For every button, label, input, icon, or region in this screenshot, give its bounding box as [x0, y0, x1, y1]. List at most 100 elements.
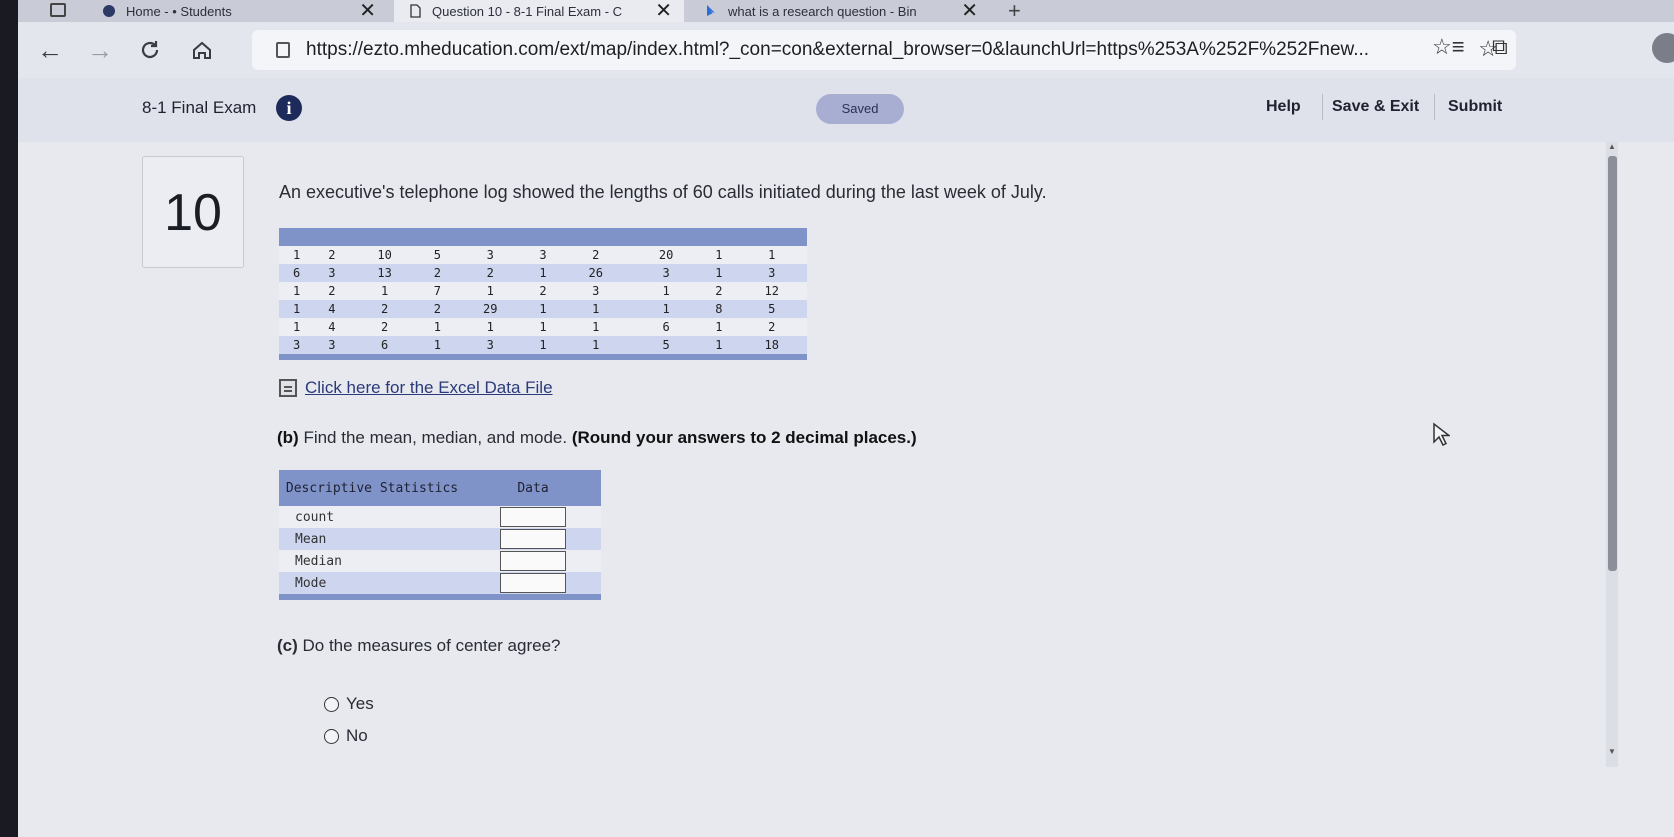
table-cell: 20 — [630, 246, 702, 264]
table-cell: 3 — [279, 336, 315, 354]
new-tab-icon[interactable]: + — [1008, 0, 1021, 22]
stats-answer-cell — [465, 528, 601, 550]
divider — [1434, 94, 1435, 120]
table-cell: 1 — [455, 282, 526, 300]
stats-header-data: Data — [465, 470, 601, 506]
table-cell: 10 — [349, 246, 420, 264]
stats-row-label: Mean — [279, 528, 465, 550]
excel-data-link[interactable]: Click here for the Excel Data File — [279, 378, 553, 398]
table-cell: 7 — [419, 282, 456, 300]
url-text[interactable]: https://ezto.mheducation.com/ext/map/ind… — [306, 39, 1416, 61]
browser-tab-bar: Home - • Students ✕ Question 10 - 8-1 Fi… — [18, 0, 1674, 22]
scroll-down-icon[interactable]: ▼ — [1608, 747, 1616, 756]
forward-icon[interactable]: → — [84, 34, 116, 66]
excel-link-text[interactable]: Click here for the Excel Data File — [305, 378, 553, 398]
table-cell: 2 — [701, 282, 737, 300]
table-cell: 1 — [525, 336, 561, 354]
option-label: No — [346, 726, 368, 745]
stats-answer-input[interactable] — [500, 551, 566, 571]
table-row: 3 3 6 1 3 1 1 5 1 18 — [279, 336, 807, 354]
close-tab-icon[interactable]: ✕ — [359, 0, 376, 22]
part-b-prompt: (b) Find the mean, median, and mode. (Ro… — [277, 428, 917, 448]
table-cell: 1 — [560, 336, 631, 354]
exam-title: 8-1 Final Exam — [142, 98, 257, 117]
table-cell: 3 — [455, 246, 526, 264]
stats-row: Median — [279, 550, 601, 572]
option-no[interactable]: No — [324, 726, 368, 746]
table-cell: 5 — [630, 336, 702, 354]
table-cell: 6 — [279, 264, 315, 282]
tab-label: Question 10 - 8-1 Final Exam - C — [432, 3, 623, 19]
radio-no[interactable] — [324, 728, 339, 744]
table-cell: 1 — [701, 246, 737, 264]
table-row: 1421111612 — [279, 318, 807, 336]
submit-button[interactable]: Submit — [1448, 98, 1502, 116]
table-cell: 5 — [736, 300, 807, 318]
part-b-text: Find the mean, median, and mode. — [298, 428, 572, 447]
stats-answer-cell — [465, 550, 601, 572]
table-cell: 1 — [701, 336, 737, 354]
refresh-icon[interactable] — [134, 34, 166, 66]
scrollbar-thumb[interactable] — [1608, 156, 1617, 571]
table-cell: 2 — [349, 300, 420, 318]
tab-question-10[interactable]: Question 10 - 8-1 Final Exam - C ✕ — [394, 0, 684, 22]
table-header-bar — [279, 228, 807, 246]
table-row: 6 3 13 2 2 1 26 3 1 3 — [279, 264, 807, 282]
tab-label: what is a research question - Bin — [728, 3, 917, 19]
back-icon[interactable]: ← — [34, 34, 66, 66]
table-cell: 1 — [349, 282, 420, 300]
table-cell: 1 — [630, 300, 702, 318]
table-cell: 29 — [455, 300, 526, 318]
table-cell: 1 — [525, 318, 561, 336]
table-cell: 1 — [279, 318, 315, 336]
browser-toolbar: ← → https://ezto.mheducation.com/ext/map… — [18, 22, 1674, 78]
stats-row-label: Mode — [279, 572, 465, 594]
bing-icon — [707, 5, 715, 16]
part-b-instruction: (Round your answers to 2 decimal places.… — [571, 428, 917, 447]
call-lengths-table: 1 2 10 5 3 3 2 20 1 1 6 3 13 2 2 1 26 3 1 3 1 2 1 7 1 2 3 1 2 12 1 4 2 2 2… — [279, 228, 807, 360]
mouse-cursor-icon — [1433, 422, 1450, 446]
table-cell: 1 — [419, 336, 456, 354]
table-cell: 26 — [560, 264, 631, 282]
save-exit-button[interactable]: Save & Exit — [1332, 98, 1419, 116]
option-yes[interactable]: Yes — [324, 694, 374, 714]
table-cell: 6 — [630, 318, 702, 336]
table-footer-bar — [279, 354, 807, 360]
table-cell: 3 — [736, 264, 807, 282]
part-c-text: Do the measures of center agree? — [297, 636, 561, 655]
table-row: 1 4 2 2 29 1 1 1 8 5 — [279, 300, 807, 318]
favorites-list-icon[interactable]: ☆≡ — [1432, 34, 1465, 60]
table-row: 1 2 10 5 3 3 2 20 1 1 — [279, 246, 807, 264]
table-cell: 4 — [314, 300, 350, 318]
collections-icon[interactable]: ⧉ — [1492, 34, 1508, 60]
table-cell: 1 — [419, 318, 456, 336]
table-cell: 8 — [701, 300, 737, 318]
profile-avatar[interactable] — [1652, 33, 1674, 63]
stats-row: Mode — [279, 572, 601, 594]
scroll-up-icon[interactable]: ▲ — [1608, 142, 1616, 151]
stats-answer-input[interactable] — [500, 573, 566, 593]
tab-home-students[interactable]: Home - • Students ✕ — [88, 0, 388, 22]
home-icon[interactable] — [186, 34, 218, 66]
page-icon — [410, 4, 421, 18]
table-cell: 2 — [736, 318, 807, 336]
question-prompt: An executive's telephone log showed the … — [279, 182, 1047, 202]
table-cell: 3 — [314, 336, 350, 354]
tab-research-question[interactable]: what is a research question - Bin ✕ — [690, 0, 990, 22]
radio-yes[interactable] — [324, 696, 339, 712]
stats-answer-input[interactable] — [500, 529, 566, 549]
stats-answer-cell — [465, 572, 601, 594]
close-tab-icon[interactable]: ✕ — [961, 0, 978, 22]
address-bar[interactable]: https://ezto.mheducation.com/ext/map/ind… — [252, 30, 1516, 70]
table-cell: 4 — [314, 318, 350, 336]
help-button[interactable]: Help — [1266, 98, 1301, 116]
lock-icon[interactable] — [276, 42, 290, 58]
table-cell: 1 — [736, 246, 807, 264]
tab-actions-icon[interactable] — [50, 3, 66, 17]
question-panel: 10 An executive's telephone log showed t… — [18, 142, 1674, 837]
info-icon[interactable]: i — [276, 95, 302, 121]
close-tab-icon[interactable]: ✕ — [655, 0, 672, 22]
stats-header-label: Descriptive Statistics — [279, 470, 465, 506]
table-cell: 3 — [560, 282, 631, 300]
stats-answer-input[interactable] — [500, 507, 566, 527]
